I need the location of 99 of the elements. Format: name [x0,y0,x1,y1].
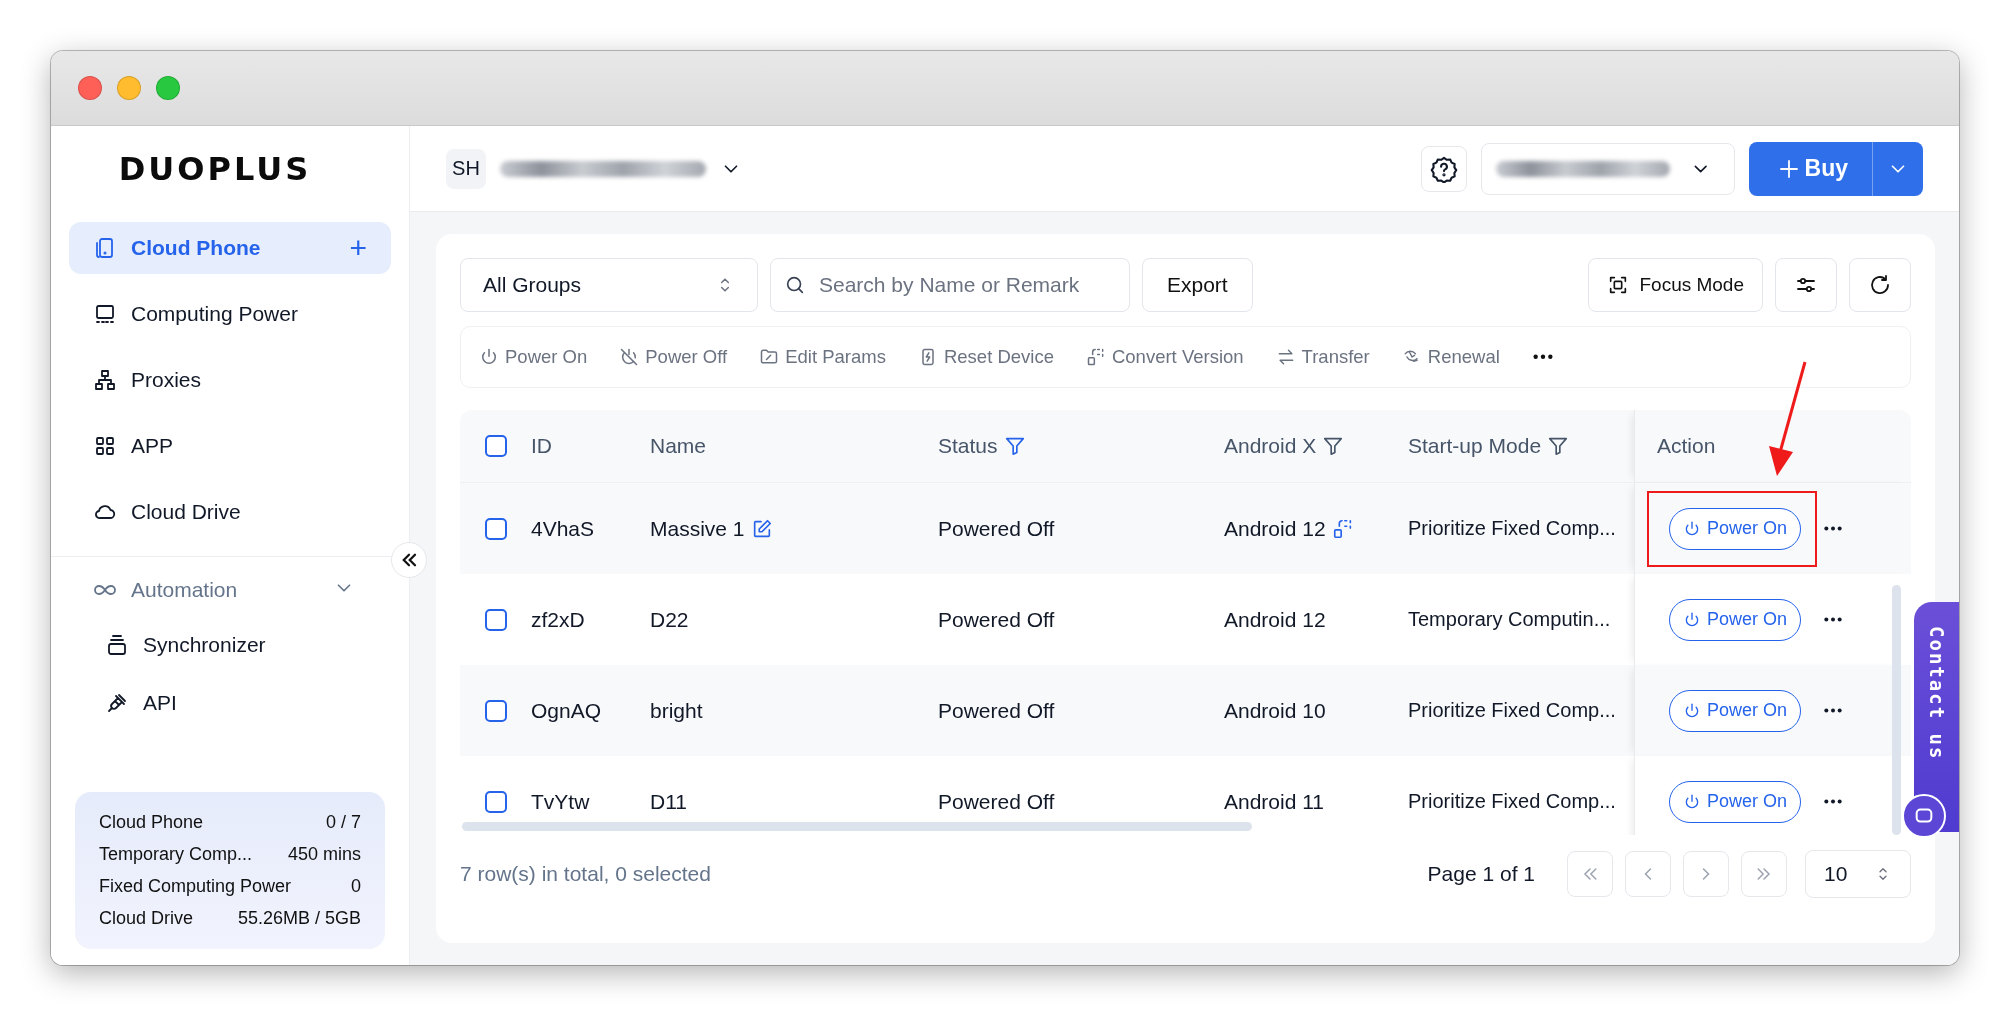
power-icon [1683,519,1701,538]
nav-item[interactable]: APP [69,420,391,472]
checkbox[interactable] [484,517,507,540]
selection-summary: 7 row(s) in total, 0 selected [460,862,712,886]
nav-item[interactable]: Proxies [69,354,391,406]
table-cell: Temporary Computin... [1408,608,1611,631]
network-icon [93,368,117,392]
page-indicator: Page 1 of 1 [1427,862,1535,886]
add-button[interactable]: + [349,233,367,263]
power-on-button[interactable]: Power On [1669,598,1802,641]
column-header: ID [531,434,552,458]
help-button[interactable] [1420,145,1467,192]
nav-group[interactable]: Automation [69,567,379,613]
checkbox[interactable] [484,790,507,813]
toolbar-action[interactable]: Reset Device [917,346,1054,368]
monitor-icon [93,302,117,326]
horizontal-scrollbar[interactable] [462,822,1252,831]
search-icon [784,274,806,296]
table-cell: bright [650,698,703,723]
table-cell: Android 12 [1224,516,1326,541]
power-icon [1683,792,1701,811]
table-cell: Android 11 [1224,789,1325,814]
page-size-select[interactable]: 10 [1805,850,1911,898]
power-icon [1683,610,1701,629]
collapse-button[interactable] [391,542,427,578]
group-select[interactable]: All Groups [460,258,758,312]
more-icon[interactable] [1823,708,1844,713]
usage-value: 0 [351,876,361,897]
buy-button[interactable]: Buy [1748,141,1873,196]
checkbox[interactable] [484,699,507,722]
column-header: Start-up Mode [1408,434,1542,458]
table-cell: OgnAQ [531,698,602,723]
plug-icon [105,691,129,715]
help-icon [1429,154,1458,183]
more-icon[interactable] [1531,354,1554,360]
close-button[interactable] [78,76,102,100]
table-cell: Prioritize Fixed Comp... [1408,517,1616,540]
table-cell: Android 10 [1224,698,1326,723]
toolbar-action[interactable]: Power On [479,346,588,368]
power-icon [479,347,499,367]
vertical-scrollbar[interactable] [1892,585,1901,835]
nav-item[interactable]: Cloud Phone + [69,222,391,274]
table-cell: Prioritize Fixed Comp... [1408,790,1616,813]
more-icon[interactable] [1823,526,1844,531]
stack-icon [105,633,129,657]
nav-item[interactable]: API [51,677,409,729]
brand-logo: DUOPLUS [117,149,313,190]
avatar: SH [446,148,486,189]
usage-value: 55.26MB / 5GB [237,908,361,929]
table-cell: Android 12 [1224,607,1326,632]
table-cell: D11 [650,789,687,814]
table-cell: TvYtw [531,789,590,814]
column-header: Name [650,434,707,458]
refresh-button[interactable] [1849,258,1911,312]
table-cell: Massive 1 [650,516,745,541]
table-cell: 4VhaS [531,516,595,541]
contact-tab[interactable]: Contact us [1914,602,1959,832]
toolbar-action[interactable]: Renewal [1401,346,1500,368]
column-header: Action [1657,434,1716,458]
usage-value: 450 mins [287,844,361,865]
table-cell: Powered Off [938,516,1055,541]
toolbar-action[interactable]: Power Off [619,346,728,368]
usage-label: Cloud Drive [99,908,194,929]
column-header: Android X [1224,434,1317,458]
power-off-icon [619,347,640,367]
power-on-button[interactable]: Power On [1669,780,1802,823]
usage-label: Fixed Computing Power [99,876,292,897]
refresh-icon [1868,273,1892,297]
checkbox[interactable] [484,608,507,631]
nav-item[interactable]: Computing Power [69,288,391,340]
table-cell: Powered Off [938,789,1055,814]
more-icon[interactable] [1823,617,1844,622]
export-button[interactable]: Export [1142,258,1253,312]
toolbar-action[interactable]: Edit Params [759,346,886,368]
folder-icon [759,347,780,367]
table-cell: Powered Off [938,607,1055,632]
settings-button[interactable] [1775,258,1837,312]
power-icon [1683,701,1701,720]
table-cell: Powered Off [938,698,1055,723]
usage-label: Temporary Comp... [99,844,253,865]
column-header: Status [938,434,998,458]
usage-label: Cloud Phone [99,812,204,833]
power-on-button[interactable]: Power On [1669,507,1802,550]
convert-icon [1085,347,1106,367]
checkbox[interactable] [484,435,507,457]
nav-item[interactable]: Cloud Drive [69,486,391,538]
grid-icon [93,434,117,458]
toolbar-action[interactable]: Convert Version [1085,346,1244,368]
table-cell: D22 [650,607,689,632]
usage-value: 0 / 7 [325,812,361,833]
table-cell: Prioritize Fixed Comp... [1408,699,1616,722]
table-cell: zf2xD [531,607,585,632]
toolbar-action[interactable]: Transfer [1275,346,1370,368]
double-chevron-icon [400,551,418,569]
more-icon[interactable] [1823,799,1844,804]
power-on-button[interactable]: Power On [1669,689,1802,732]
nav-item[interactable]: Synchronizer [51,619,409,671]
focus-mode-button[interactable]: Focus Mode [1588,258,1763,312]
search-field[interactable]: Search by Name or Remark [770,258,1130,312]
